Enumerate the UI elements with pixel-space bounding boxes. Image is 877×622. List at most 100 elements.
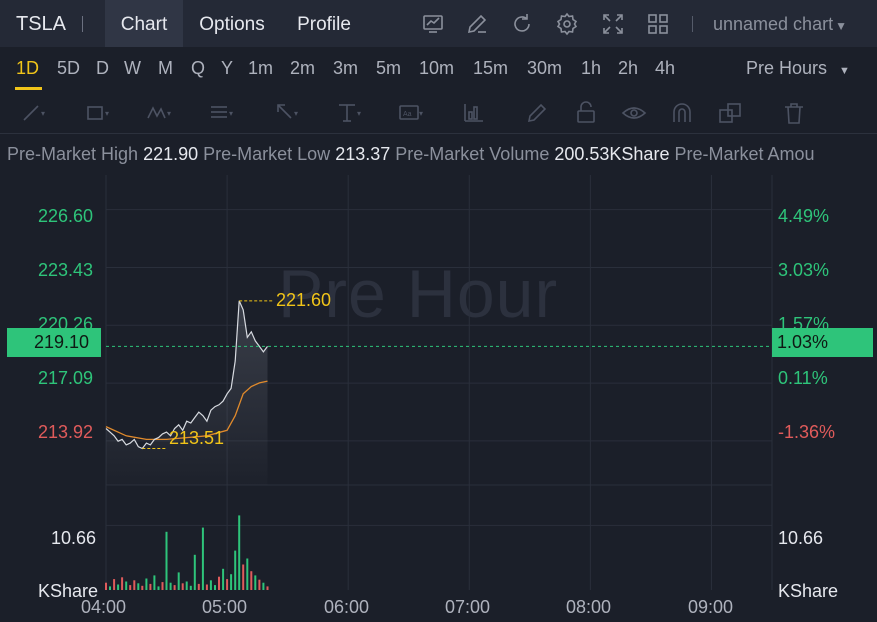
high-annotation: 221.60: [276, 290, 332, 310]
volume-bar: [234, 550, 237, 590]
timeframe-d[interactable]: D: [96, 58, 109, 79]
timeframe-10m[interactable]: 10m: [419, 58, 454, 79]
volume-bar: [230, 574, 233, 590]
timeframe-y[interactable]: Y: [221, 58, 233, 79]
session-dropdown[interactable]: Pre Hours ▼: [746, 58, 850, 79]
current-price-badge: 219.10: [7, 328, 101, 357]
brush-icon[interactable]: [524, 100, 550, 126]
volume-bar: [121, 577, 124, 590]
text-note-icon[interactable]: Aa ▾: [398, 100, 424, 126]
timeframe-m[interactable]: M: [158, 58, 173, 79]
chart-name-dropdown[interactable]: unnamed chart ▼: [713, 14, 847, 35]
volume-bar: [222, 568, 225, 590]
price-tick: 217.09: [38, 368, 94, 388]
measure-icon[interactable]: [461, 100, 487, 126]
tab-profile[interactable]: Profile: [283, 0, 365, 47]
volume-bar: [149, 583, 152, 590]
timeframe-4h[interactable]: 4h: [655, 58, 675, 79]
premarket-volume-label: Pre-Market Volume: [395, 144, 550, 164]
volume-bar: [205, 584, 208, 590]
current-percent-badge: 1.03%: [772, 328, 873, 357]
volume-bar: [197, 583, 200, 590]
timeframe-5d[interactable]: 5D: [57, 58, 80, 79]
volume-bar: [218, 576, 220, 590]
timeframe-30m[interactable]: 30m: [527, 58, 562, 79]
percent-tick: 3.03%: [778, 260, 830, 280]
rectangle-icon[interactable]: ▾: [84, 100, 110, 126]
premarket-volume-value: 200.53KShare: [554, 144, 670, 164]
timeframe-15m[interactable]: 15m: [473, 58, 508, 79]
svg-text:▾: ▾: [229, 109, 233, 118]
price-chart[interactable]: Pre Hour 226.60 223.43 220.26 217.09 213…: [0, 175, 877, 622]
time-tick: 04:00: [81, 597, 127, 617]
price-tick: 223.43: [38, 260, 94, 280]
premarket-info-bar: Pre-Market High 221.90 Pre-Market Low 21…: [0, 135, 877, 175]
percent-tick: 4.49%: [778, 206, 830, 226]
top-bar: TSLA Chart Options Profile unnamed chart…: [0, 0, 877, 47]
volume-bar: [177, 572, 180, 590]
volume-bar: [157, 586, 160, 590]
timeframe-w[interactable]: W: [124, 58, 141, 79]
trash-icon[interactable]: [781, 100, 807, 126]
timeframe-3m[interactable]: 3m: [333, 58, 358, 79]
volume-bar: [258, 579, 261, 590]
volume-bar: [169, 582, 172, 590]
caret-down-icon: ▼: [839, 65, 850, 77]
timeframe-5m[interactable]: 5m: [376, 58, 401, 79]
trendline-icon[interactable]: ▾: [20, 100, 46, 126]
volume-bar: [238, 515, 241, 590]
svg-text:Aa: Aa: [403, 111, 412, 118]
tab-options[interactable]: Options: [189, 0, 275, 47]
divider: [692, 16, 693, 32]
premarket-amount-label: Pre-Market Amou: [674, 144, 815, 164]
volume-bar: [242, 564, 245, 590]
price-range-icon[interactable]: ▾: [336, 100, 362, 126]
ticker-symbol[interactable]: TSLA: [16, 13, 66, 36]
volume-bar: [125, 581, 128, 590]
session-label: Pre Hours: [746, 58, 828, 78]
timeframe-1d[interactable]: 1D: [16, 58, 39, 79]
pattern-icon[interactable]: ▾: [146, 100, 172, 126]
volume-bar: [250, 571, 253, 590]
lock-icon[interactable]: [573, 100, 599, 126]
clone-icon[interactable]: [717, 100, 743, 126]
chart-name-label: unnamed chart: [713, 14, 834, 34]
volume-bar: [129, 585, 132, 590]
volume-unit: KShare: [778, 581, 839, 601]
fullscreen-icon[interactable]: [601, 12, 625, 36]
volume-bar: [173, 585, 176, 590]
timeframe-q[interactable]: Q: [191, 58, 205, 79]
drawing-icon[interactable]: [465, 12, 489, 36]
svg-text:▾: ▾: [294, 109, 298, 118]
volume-bar: [226, 579, 229, 590]
svg-text:▾: ▾: [419, 109, 423, 118]
refresh-icon[interactable]: [510, 12, 534, 36]
percent-tick: 0.11%: [778, 368, 828, 388]
volume-tick: 10.66: [778, 528, 824, 548]
time-tick: 07:00: [445, 597, 491, 617]
volume-bar: [137, 583, 140, 590]
timeframe-2m[interactable]: 2m: [290, 58, 315, 79]
price-tick: 213.92: [38, 422, 94, 442]
tab-chart[interactable]: Chart: [105, 0, 183, 47]
caret-down-icon: ▼: [835, 19, 847, 33]
volume-bar: [145, 578, 148, 590]
volume-bar: [201, 527, 204, 590]
chart-canvas[interactable]: [0, 175, 877, 622]
fibonacci-icon[interactable]: ▾: [208, 100, 234, 126]
premarket-low-label: Pre-Market Low: [203, 144, 331, 164]
timeframe-2h[interactable]: 2h: [618, 58, 638, 79]
volume-bar: [214, 585, 216, 590]
timeframe-1h[interactable]: 1h: [581, 58, 601, 79]
settings-icon[interactable]: [555, 12, 579, 36]
volume-bar: [117, 584, 120, 590]
magnet-icon[interactable]: [669, 100, 695, 126]
timeframe-1m[interactable]: 1m: [248, 58, 273, 79]
eye-icon[interactable]: [621, 100, 647, 126]
layout-grid-icon[interactable]: [646, 12, 670, 36]
time-tick: 09:00: [688, 597, 734, 617]
premarket-high-value: 221.90: [143, 144, 199, 164]
arrow-icon[interactable]: ▾: [273, 100, 299, 126]
svg-text:▾: ▾: [41, 109, 45, 118]
indicator-icon[interactable]: [421, 12, 445, 36]
